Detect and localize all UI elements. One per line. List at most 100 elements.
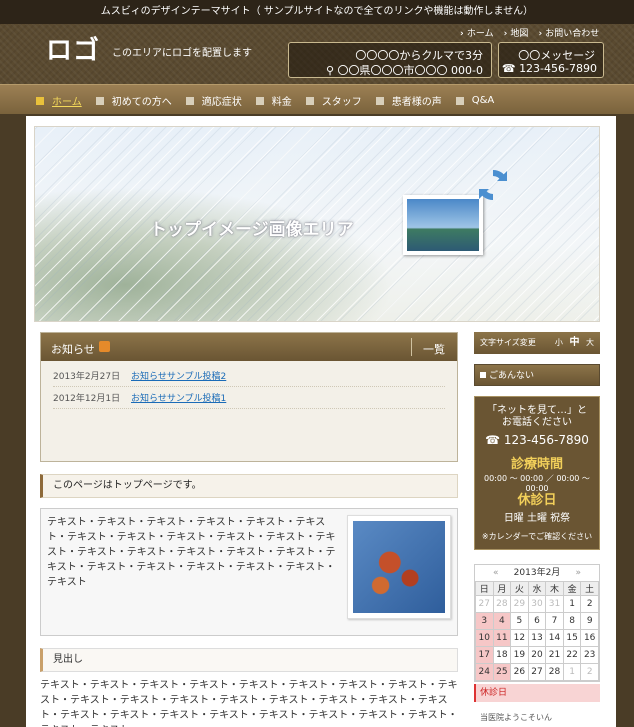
news-header-divider [411, 338, 412, 356]
news-date: 2012年12月1日 [53, 394, 121, 404]
calendar-day: 31 [545, 595, 564, 613]
calendar-day: 6 [527, 612, 547, 630]
calendar-prev[interactable]: « [493, 565, 499, 581]
header-nav-map[interactable]: 地図 [504, 26, 528, 39]
phone-icon: ☎ [485, 433, 504, 447]
weekday-header: 日 [475, 581, 494, 596]
holiday-legend: 休診日 [474, 684, 600, 702]
content-box: テキスト・テキスト・テキスト・テキスト・テキスト・テキスト・テキスト・テキスト・… [40, 508, 458, 636]
phone-line: ☎ 123-456-7890 [501, 62, 597, 75]
rss-icon[interactable] [99, 341, 110, 352]
news-link[interactable]: お知らせサンプル投稿1 [131, 389, 226, 409]
font-size-switcher: 文字サイズ変更 小 中 大 [474, 332, 600, 354]
calendar-day: 29 [510, 595, 529, 613]
font-size-small[interactable]: 小 [555, 338, 563, 347]
calendar-caption: « 2013年2月 » [475, 565, 599, 581]
hero-landscape-photo [403, 195, 483, 255]
calendar-day: 18 [492, 646, 512, 664]
calendar-day: 28 [492, 595, 512, 613]
weekday-header: 金 [562, 581, 582, 596]
gnav-item-qa[interactable]: Q&A [455, 93, 494, 108]
weekday-header: 土 [580, 581, 599, 596]
header-nav: ホーム 地図 お問い合わせ [460, 26, 599, 39]
calendar-day: 5 [510, 612, 529, 630]
content-text: テキスト・テキスト・テキスト・テキスト・テキスト・テキスト・テキスト・テキスト・… [47, 517, 336, 588]
body-text: テキスト・テキスト・テキスト・テキスト・テキスト・テキスト・テキスト・テキスト・… [40, 680, 458, 727]
guide-link[interactable]: ごあんない [474, 364, 600, 386]
gnav-item-fees[interactable]: 料金 [255, 93, 292, 108]
refresh-icon [479, 169, 507, 201]
calendar-day: 14 [545, 629, 564, 647]
calendar-day: 12 [510, 629, 529, 647]
message-text: 〇〇メッセージ [518, 49, 595, 62]
global-nav: ホーム 初めての方へ 適応症状 料金 スタッフ 患者様の声 Q&A [0, 84, 634, 115]
square-bullet-icon [375, 96, 384, 105]
hero-image-area: トップイメージ画像エリア [34, 126, 600, 322]
gnav-item-first-time[interactable]: 初めての方へ [95, 93, 172, 108]
contact-box: 「ネットを見て…」と お電話ください ☎ 123-456-7890 診療時間 00… [474, 396, 600, 550]
font-size-large[interactable]: 大 [586, 338, 594, 347]
news-date: 2013年2月27日 [53, 372, 121, 382]
calendar-day: 27 [475, 595, 494, 613]
calendar-day: 30 [527, 595, 547, 613]
news-list-link[interactable]: 一覧 [423, 341, 445, 357]
weekday-header: 月 [492, 581, 512, 596]
square-bullet-icon [305, 96, 314, 105]
hours-title: 診療時間 [510, 457, 563, 472]
calendar-day: 27 [527, 663, 547, 681]
calendar-day: 7 [545, 612, 564, 630]
contact-net-text: 「ネットを見て…」と お電話ください [487, 405, 587, 428]
calendar-day: 26 [510, 663, 529, 681]
calendar-day: 15 [562, 629, 582, 647]
logo-tagline: このエリアにロゴを配置します [112, 48, 252, 59]
calendar-day: 21 [545, 646, 564, 664]
top-notice-bar: ムスビィのデザインテーマサイト（ サンプルサイトなので全てのリンクや機能は動作し… [0, 0, 634, 24]
header-nav-home[interactable]: ホーム [460, 26, 494, 39]
gnav-item-symptoms[interactable]: 適応症状 [185, 93, 242, 108]
calendar-day: 22 [562, 646, 582, 664]
calendar-day-holiday: 4 [492, 612, 512, 630]
calendar-day: 16 [580, 629, 599, 647]
calendar-next[interactable]: » [575, 565, 581, 581]
gnav-item-voices[interactable]: 患者様の声 [375, 93, 442, 108]
weekday-header: 火 [510, 581, 529, 596]
square-bullet-icon [36, 96, 44, 105]
calendar-day: 1 [562, 595, 582, 613]
gnav-item-home[interactable]: ホーム [36, 93, 82, 108]
calendar-day: 9 [580, 612, 599, 630]
top-notice-text: ムスビィのデザインテーマサイト（ サンプルサイトなので全てのリンクや機能は動作し… [100, 6, 534, 17]
calendar-day-holiday: 25 [492, 663, 512, 681]
weekday-header: 木 [545, 581, 564, 596]
font-size-medium[interactable]: 中 [569, 337, 579, 348]
page-heading: このページはトップページです。 [40, 474, 458, 498]
news-title: お知らせ [51, 343, 95, 356]
calendar-day: 1 [562, 663, 582, 681]
calendar-day-holiday: 24 [475, 663, 494, 681]
calendar-day: 2 [580, 663, 599, 681]
calendar-day: 20 [527, 646, 547, 664]
news-item: 2013年2月27日 お知らせサンプル投稿2 [53, 367, 445, 387]
news-item: 2012年12月1日 お知らせサンプル投稿1 [53, 389, 445, 409]
calendar-day-holiday: 10 [475, 629, 494, 647]
gnav-item-staff[interactable]: スタッフ [305, 93, 362, 108]
header-nav-contact[interactable]: お問い合わせ [538, 26, 599, 39]
calendar-day: 2 [580, 595, 599, 613]
news-link[interactable]: お知らせサンプル投稿2 [131, 367, 226, 387]
calendar-day: 19 [510, 646, 529, 664]
holiday-title: 休診日 [517, 493, 557, 508]
calendar-month: 2013年2月 [513, 568, 561, 578]
calendar-day: 13 [527, 629, 547, 647]
leaf-photo [347, 515, 451, 619]
calendar-day: 8 [562, 612, 582, 630]
map-pin-icon: ⚲ [325, 64, 338, 77]
calendar-day-holiday: 17 [475, 646, 494, 664]
section-heading: 見出し [40, 648, 458, 672]
site-logo[interactable]: ロゴ [46, 38, 102, 64]
holiday-days: 日曜 土曜 祝祭 [503, 513, 571, 524]
guest-text: 当医院ようこそいん [480, 713, 552, 722]
font-size-label: 文字サイズ変更 [480, 338, 536, 347]
calendar-day-holiday: 3 [475, 612, 494, 630]
square-bullet-icon [455, 96, 464, 105]
weekday-header: 水 [527, 581, 547, 596]
square-bullet-icon [185, 96, 194, 105]
